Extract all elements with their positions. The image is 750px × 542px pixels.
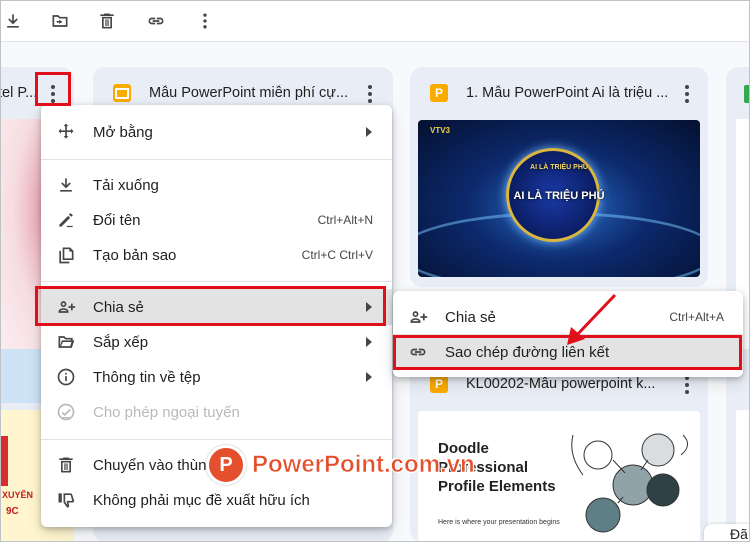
thumbnail-logo-main: AI LÀ TRIỆU PHÚ (513, 190, 605, 202)
add-person-icon (408, 307, 428, 327)
file-card-title: 1. Mẫu PowerPoint Ai là triệu ... (466, 85, 669, 101)
copy-icon (56, 245, 76, 265)
download-icon[interactable] (2, 10, 24, 32)
menu-item-open-with[interactable]: Mở bằng (41, 114, 392, 150)
powerpoint-file-icon: P (430, 375, 448, 393)
watermark: P PowerPoint.com.vn (206, 442, 475, 488)
more-vert-icon[interactable] (194, 10, 216, 32)
menu-item-label: Tạo bản sao (93, 246, 177, 264)
menu-item-organize[interactable]: Sắp xếp (41, 324, 392, 360)
menu-item-shortcut: Ctrl+Alt+A (669, 310, 724, 324)
menu-divider (41, 159, 392, 160)
more-actions-icon[interactable] (683, 85, 691, 103)
folder-open-icon (56, 332, 76, 352)
menu-item-rename[interactable]: Đổi tên Ctrl+Alt+N (41, 202, 392, 238)
menu-item-label: Sắp xếp (93, 333, 149, 351)
toolbar (0, 0, 750, 42)
menu-item-label: Tải xuống (93, 176, 159, 194)
move-to-folder-icon[interactable] (49, 10, 71, 32)
menu-item-shortcut: Ctrl+Alt+N (317, 213, 373, 227)
menu-item-shortcut: Ctrl+C Ctrl+V (301, 248, 373, 262)
menu-item-make-offline: Cho phép ngoại tuyến (41, 394, 392, 430)
menu-divider (41, 439, 392, 440)
pencil-icon (56, 210, 76, 230)
menu-item-label: Mở bằng (93, 123, 153, 141)
thumbnail-channel-logo: VTV3 (430, 126, 451, 135)
menu-item-share[interactable]: Chia sẻ (41, 289, 392, 325)
file-card-title: Mẫu PowerPoint miễn phí cự... (149, 85, 349, 101)
menu-item-download[interactable]: Tải xuống (41, 167, 392, 203)
trash-icon (56, 455, 76, 475)
doodle-illustration (571, 433, 688, 533)
move-arrows-icon (56, 122, 76, 142)
submenu-arrow-icon (366, 302, 372, 312)
more-actions-icon[interactable] (49, 85, 57, 103)
file-card-header: P 1. Mẫu PowerPoint Ai là triệu ... (410, 67, 708, 119)
submenu-arrow-icon (366, 337, 372, 347)
file-thumbnail: VTV3 AI LÀ TRIỆU PHÚ AI LÀ TRIỆU PHÚ (418, 120, 700, 277)
menu-item-file-info[interactable]: Thông tin về tệp (41, 359, 392, 395)
menu-item-label: Cho phép ngoại tuyến (93, 403, 240, 421)
menu-item-label: Chia sẻ (93, 298, 144, 316)
thumbnail-red-bar (0, 436, 8, 486)
powerpoint-logo-icon: P (206, 445, 246, 485)
thumbs-down-icon (56, 490, 76, 510)
menu-item-make-copy[interactable]: Tạo bản sao Ctrl+C Ctrl+V (41, 237, 392, 273)
thumbnail-text: XUYÊN (2, 490, 34, 500)
link-icon[interactable] (145, 10, 167, 32)
partial-label: Đã (704, 524, 750, 542)
file-thumbnail (736, 410, 750, 542)
slides-file-icon (113, 84, 131, 102)
powerpoint-file-icon: P (430, 84, 448, 102)
file-card-title: tel P... (0, 85, 38, 101)
annotation-arrow (567, 293, 617, 345)
watermark-text: PowerPoint.com.vn (252, 451, 475, 479)
offline-check-icon (56, 402, 76, 422)
more-actions-icon[interactable] (683, 376, 691, 394)
thumbnail-logo-top: AI LÀ TRIỆU PHÚ (530, 164, 588, 171)
submenu-arrow-icon (366, 372, 372, 382)
menu-item-label: Không phải mục đề xuất hữu ích (93, 491, 310, 509)
menu-divider (41, 281, 392, 282)
file-type-badge (744, 85, 750, 103)
thumbnail-text: 9C (6, 506, 19, 517)
download-icon (56, 175, 76, 195)
more-actions-icon[interactable] (366, 85, 374, 103)
thumbnail-subtitle: Here is where your presentation begins (438, 519, 560, 526)
file-card-right[interactable]: P 1. Mẫu PowerPoint Ai là triệu ... VTV3… (410, 67, 708, 287)
trash-icon[interactable] (96, 10, 118, 32)
add-person-icon (56, 297, 76, 317)
file-card-title: KL00202-Mẫu powerpoint k... (466, 376, 656, 392)
menu-item-label: Đổi tên (93, 211, 141, 229)
link-icon (408, 342, 428, 362)
info-icon (56, 367, 76, 387)
menu-item-label: Chia sẻ (445, 308, 496, 326)
menu-item-label: Thông tin về tệp (93, 368, 201, 386)
submenu-arrow-icon (366, 127, 372, 137)
